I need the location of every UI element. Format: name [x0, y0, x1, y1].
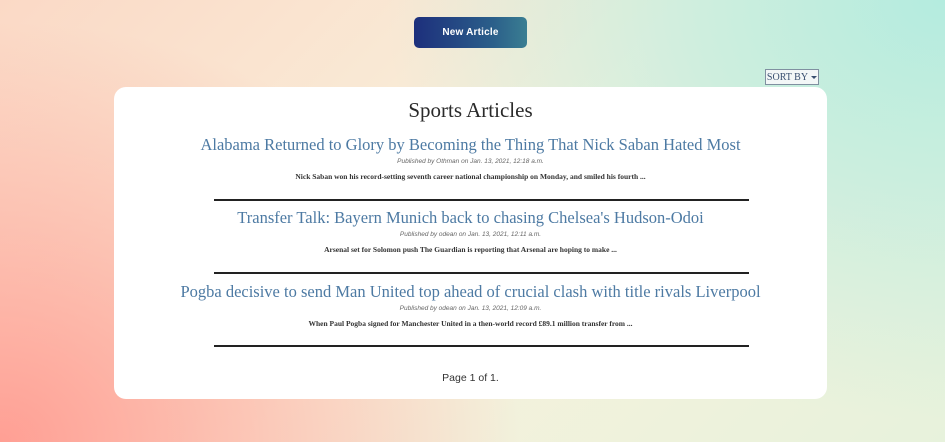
page-title: Sports Articles: [408, 98, 533, 122]
article-title-link[interactable]: Alabama Returned to Glory by Becoming th…: [114, 135, 827, 155]
article-summary: Arsenal set for Solomon push The Guardia…: [324, 245, 617, 254]
article-item: Alabama Returned to Glory by Becoming th…: [114, 135, 827, 182]
article-summary: Nick Saban won his record-setting sevent…: [295, 172, 646, 181]
article-meta: Published by odean on Jan. 13, 2021, 12:…: [399, 231, 542, 238]
article-item: Pogba decisive to send Man United top ah…: [114, 282, 827, 329]
article-divider: [214, 199, 749, 201]
article-divider: [214, 345, 749, 347]
sort-by-dropdown[interactable]: SORT BY: [765, 69, 819, 85]
article-title-link[interactable]: Pogba decisive to send Man United top ah…: [114, 282, 827, 302]
article-divider: [214, 272, 749, 274]
article-summary: When Paul Pogba signed for Manchester Un…: [308, 319, 633, 328]
article-title-link[interactable]: Transfer Talk: Bayern Munich back to cha…: [114, 208, 827, 228]
new-article-button[interactable]: New Article: [414, 17, 527, 48]
article-item: Transfer Talk: Bayern Munich back to cha…: [114, 208, 827, 255]
articles-panel: Sports Articles Alabama Returned to Glor…: [114, 87, 827, 399]
article-meta: Published by Othman on Jan. 13, 2021, 12…: [397, 158, 544, 165]
pagination-status: Page 1 of 1.: [442, 372, 499, 384]
sort-by-label: SORT BY: [766, 71, 809, 83]
article-meta: Published by odean on Jan. 13, 2021, 12:…: [399, 305, 542, 312]
caret-down-icon: [811, 75, 818, 79]
